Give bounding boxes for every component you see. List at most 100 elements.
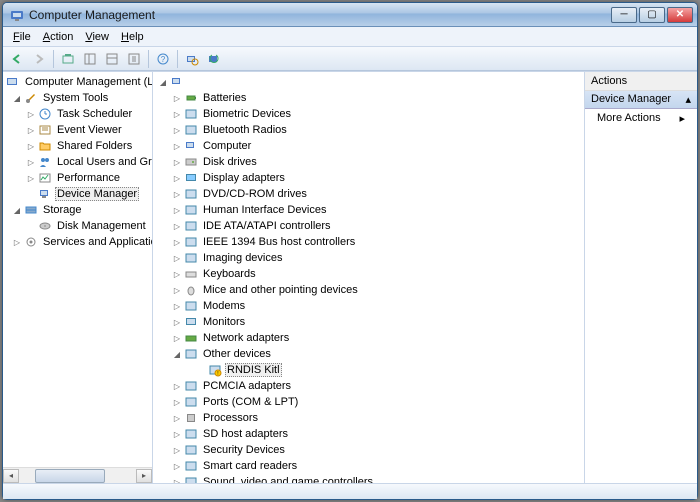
- properties-button[interactable]: [102, 49, 122, 69]
- device-ports[interactable]: ▷Ports (COM & LPT): [153, 394, 584, 410]
- menu-action[interactable]: Action: [37, 29, 80, 45]
- expand-icon[interactable]: ▷: [25, 140, 37, 152]
- tree-task-scheduler[interactable]: ▷ Task Scheduler: [3, 106, 152, 122]
- expand-icon[interactable]: ▷: [171, 124, 183, 136]
- expand-icon[interactable]: ▷: [171, 316, 183, 328]
- expand-icon[interactable]: ▷: [25, 108, 37, 120]
- up-button[interactable]: [58, 49, 78, 69]
- device-batteries[interactable]: ▷Batteries: [153, 90, 584, 106]
- device-icon: [183, 90, 199, 106]
- tree-local-users[interactable]: ▷ Local Users and Groups: [3, 154, 152, 170]
- device-tree-pane[interactable]: ◢ ▷Batteries▷Biometric Devices▷Bluetooth…: [153, 72, 585, 483]
- device-network[interactable]: ▷Network adapters: [153, 330, 584, 346]
- expand-icon[interactable]: ▷: [25, 172, 37, 184]
- device-ide[interactable]: ▷IDE ATA/ATAPI controllers: [153, 218, 584, 234]
- expand-icon[interactable]: ▷: [171, 476, 183, 483]
- expand-icon[interactable]: ▷: [171, 156, 183, 168]
- expand-icon[interactable]: ▷: [25, 124, 37, 136]
- tree-performance[interactable]: ▷ Performance: [3, 170, 152, 186]
- device-display[interactable]: ▷Display adapters: [153, 170, 584, 186]
- expand-icon[interactable]: ▷: [171, 188, 183, 200]
- expand-icon[interactable]: ▷: [11, 236, 23, 248]
- left-pane[interactable]: Computer Management (Local ◢ System Tool…: [3, 72, 153, 483]
- svg-text:!: !: [217, 371, 218, 377]
- expand-icon[interactable]: ▷: [171, 396, 183, 408]
- expand-icon[interactable]: ▷: [171, 300, 183, 312]
- expand-icon[interactable]: ▷: [171, 140, 183, 152]
- device-dvd[interactable]: ▷DVD/CD-ROM drives: [153, 186, 584, 202]
- expand-icon[interactable]: ▷: [171, 108, 183, 120]
- scroll-right-button[interactable]: ▸: [136, 469, 152, 483]
- tree-device-manager[interactable]: Device Manager: [3, 186, 152, 202]
- collapse-icon[interactable]: ◢: [11, 92, 23, 104]
- device-imaging[interactable]: ▷Imaging devices: [153, 250, 584, 266]
- export-button[interactable]: [124, 49, 144, 69]
- menu-view[interactable]: View: [79, 29, 115, 45]
- expand-icon[interactable]: ▷: [171, 172, 183, 184]
- device-keyboards[interactable]: ▷Keyboards: [153, 266, 584, 282]
- device-icon: [183, 314, 199, 330]
- device-rndis[interactable]: !RNDIS Kitl: [153, 362, 584, 378]
- expand-icon[interactable]: ▷: [25, 156, 37, 168]
- tree-system-tools[interactable]: ◢ System Tools: [3, 90, 152, 106]
- collapse-icon[interactable]: ◢: [171, 348, 183, 360]
- expand-icon[interactable]: ▷: [171, 412, 183, 424]
- expand-icon[interactable]: ▷: [171, 268, 183, 280]
- show-hide-button[interactable]: [80, 49, 100, 69]
- scan-button[interactable]: [182, 49, 202, 69]
- expand-icon[interactable]: ▷: [171, 220, 183, 232]
- tree-storage[interactable]: ◢ Storage: [3, 202, 152, 218]
- scroll-left-button[interactable]: ◂: [3, 469, 19, 483]
- expand-icon[interactable]: ▷: [171, 236, 183, 248]
- device-smartcard[interactable]: ▷Smart card readers: [153, 458, 584, 474]
- expand-icon[interactable]: ▷: [171, 92, 183, 104]
- device-bluetooth[interactable]: ▷Bluetooth Radios: [153, 122, 584, 138]
- tree-disk-management[interactable]: Disk Management: [3, 218, 152, 234]
- tree-root[interactable]: Computer Management (Local: [3, 74, 152, 90]
- device-disk_drives[interactable]: ▷Disk drives: [153, 154, 584, 170]
- device-pcmcia[interactable]: ▷PCMCIA adapters: [153, 378, 584, 394]
- device-ieee1394[interactable]: ▷IEEE 1394 Bus host controllers: [153, 234, 584, 250]
- device-computer[interactable]: ▷Computer: [153, 138, 584, 154]
- device-modems[interactable]: ▷Modems: [153, 298, 584, 314]
- minimize-button[interactable]: ─: [611, 7, 637, 23]
- menu-file[interactable]: File: [7, 29, 37, 45]
- expand-icon[interactable]: ▷: [171, 284, 183, 296]
- back-button[interactable]: [7, 49, 27, 69]
- device-other[interactable]: ◢Other devices: [153, 346, 584, 362]
- title-bar[interactable]: Computer Management ─ ▢ ✕: [3, 3, 697, 27]
- device-sound[interactable]: ▷Sound, video and game controllers: [153, 474, 584, 483]
- maximize-button[interactable]: ▢: [639, 7, 665, 23]
- tree-shared-folders[interactable]: ▷ Shared Folders: [3, 138, 152, 154]
- help-button[interactable]: ?: [153, 49, 173, 69]
- collapse-icon[interactable]: ◢: [11, 204, 23, 216]
- forward-button[interactable]: [29, 49, 49, 69]
- actions-section[interactable]: Device Manager ▴: [585, 91, 697, 109]
- device-root[interactable]: ◢: [153, 74, 584, 90]
- expand-icon[interactable]: ▷: [171, 380, 183, 392]
- expand-icon[interactable]: ▷: [171, 444, 183, 456]
- device-hid[interactable]: ▷Human Interface Devices: [153, 202, 584, 218]
- device-biometric[interactable]: ▷Biometric Devices: [153, 106, 584, 122]
- device-sd[interactable]: ▷SD host adapters: [153, 426, 584, 442]
- device-processors[interactable]: ▷Processors: [153, 410, 584, 426]
- device-monitors[interactable]: ▷Monitors: [153, 314, 584, 330]
- actions-more[interactable]: More Actions ▸: [585, 109, 697, 128]
- svg-text:?: ?: [161, 55, 166, 64]
- expand-icon[interactable]: ▷: [171, 460, 183, 472]
- left-hscroll[interactable]: ◂ ▸: [3, 467, 152, 483]
- expand-icon[interactable]: ▷: [171, 252, 183, 264]
- close-button[interactable]: ✕: [667, 7, 693, 23]
- tree-event-viewer[interactable]: ▷ Event Viewer: [3, 122, 152, 138]
- device-security[interactable]: ▷Security Devices: [153, 442, 584, 458]
- refresh-button[interactable]: [204, 49, 224, 69]
- scroll-thumb[interactable]: [35, 469, 105, 483]
- expand-icon[interactable]: ▷: [171, 204, 183, 216]
- collapse-icon[interactable]: ◢: [157, 76, 169, 88]
- tree-services-apps[interactable]: ▷ Services and Applications: [3, 234, 152, 250]
- expand-icon[interactable]: ▷: [171, 332, 183, 344]
- device-mice[interactable]: ▷Mice and other pointing devices: [153, 282, 584, 298]
- expand-icon[interactable]: ▷: [171, 428, 183, 440]
- chevron-up-icon[interactable]: ▴: [685, 93, 691, 106]
- menu-help[interactable]: Help: [115, 29, 150, 45]
